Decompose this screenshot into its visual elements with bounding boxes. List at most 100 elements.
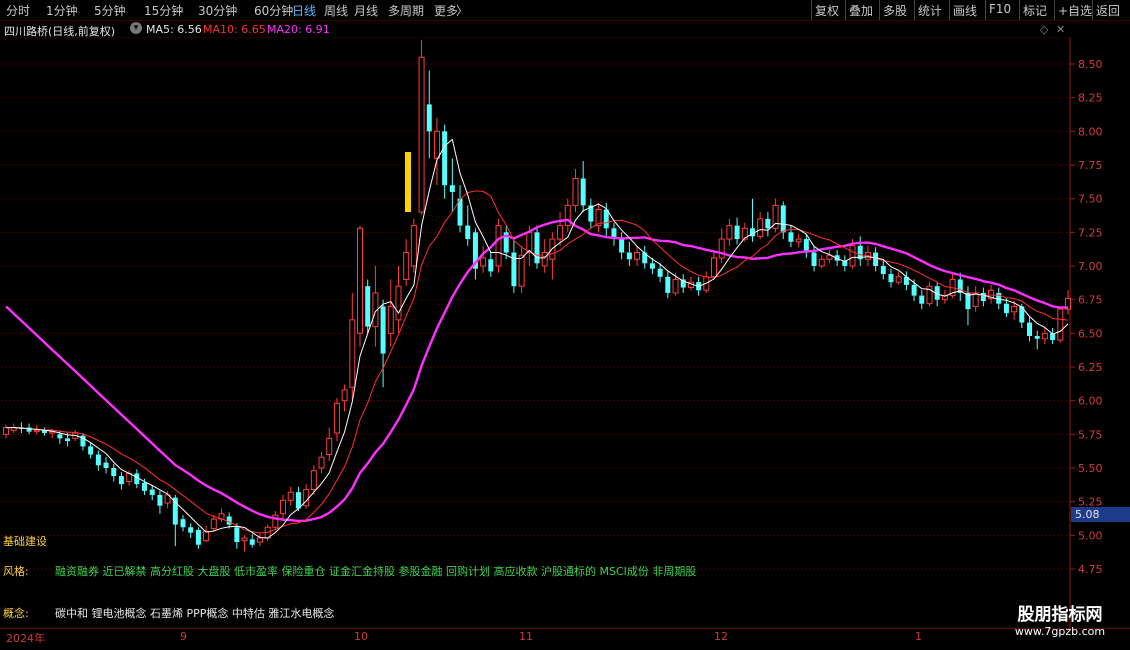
- candle-body-up: [410, 225, 417, 267]
- candle-body-down: [603, 209, 609, 229]
- kline-chart[interactable]: 8.50 8.25 8.00 7.75 7.50 7.25 7.00 6.75 6.50 6.25…: [0, 37, 1130, 629]
- candle-body-down: [142, 482, 148, 491]
- period-tab-8[interactable]: 月线: [354, 2, 378, 19]
- info-bar: 四川路桥(日线,前复权) ▾ MA5: 6.56 MA10: 6.65 MA20…: [0, 21, 1070, 38]
- toolbar-separator: [1054, 0, 1055, 20]
- candle-body-up: [795, 238, 802, 243]
- candle-body-down: [465, 225, 471, 240]
- toolbar-button-0[interactable]: 复权: [815, 2, 839, 19]
- ma5-line: [6, 138, 1069, 539]
- candle-body-down: [149, 489, 155, 495]
- candle-body-down: [57, 434, 63, 439]
- candle-body-up: [203, 530, 210, 542]
- candle-body-up: [495, 225, 502, 267]
- watermark-url: www.7gpzb.com: [1014, 625, 1106, 638]
- close-icon[interactable]: ✕: [1056, 23, 1065, 36]
- toolbar-button-4[interactable]: 画线: [953, 2, 977, 19]
- price-axis-label: 6.25: [1078, 361, 1103, 374]
- candle-body-up: [710, 257, 718, 278]
- candle-body-down: [626, 252, 632, 260]
- industry-label: 基础建设: [3, 535, 47, 548]
- ma5-value: MA5: 6.56: [146, 23, 202, 36]
- candle-body-up: [726, 225, 733, 240]
- period-tab-7[interactable]: 周线: [324, 2, 348, 19]
- candle-body-down: [580, 178, 586, 206]
- candle-body-up: [403, 252, 410, 280]
- candle-body-up: [287, 491, 294, 501]
- candle-body-up: [241, 537, 248, 542]
- candle-body-up: [310, 470, 317, 491]
- price-axis-label: 7.50: [1078, 193, 1103, 206]
- candle-body-up: [972, 292, 979, 307]
- price-axis-label: 4.75: [1078, 563, 1103, 576]
- candle-body-up: [557, 225, 564, 240]
- candle-body-down: [295, 492, 301, 509]
- candle-body-down: [65, 438, 71, 442]
- candle-body-down: [226, 516, 232, 525]
- candle-body-down: [911, 284, 917, 296]
- collapse-icon[interactable]: ▾: [130, 22, 142, 34]
- candle-body-up: [718, 238, 725, 259]
- candle-body-down: [111, 468, 117, 477]
- candle-body-up: [526, 231, 533, 254]
- candle-body-up: [341, 389, 348, 402]
- more-chevron-icon[interactable]: 〉: [456, 2, 468, 19]
- candle-body-up: [2, 427, 10, 435]
- candle-body-down: [380, 306, 386, 354]
- toolbar-separator: [845, 0, 846, 20]
- candle-body-up: [433, 130, 440, 159]
- toolbar-button-3[interactable]: 统计: [918, 2, 942, 19]
- candle-body-down: [665, 276, 671, 293]
- candle-body-up: [634, 252, 641, 260]
- candle-body-down: [103, 462, 109, 468]
- period-tab-9[interactable]: 多周期: [388, 2, 424, 19]
- candle-body-down: [118, 476, 124, 485]
- ma20-value: MA20: 6.91: [267, 23, 330, 36]
- candle-body-up: [333, 402, 340, 434]
- toolbar-button-5[interactable]: F10: [989, 2, 1011, 16]
- candle-body-down: [980, 292, 986, 302]
- period-tab-3[interactable]: 15分钟: [144, 2, 183, 19]
- candle-body-up: [1011, 305, 1018, 313]
- toolbar-separator: [914, 0, 915, 20]
- candle-body-down: [365, 286, 371, 327]
- candle-body-down: [657, 268, 663, 277]
- period-tab-10[interactable]: 更多: [434, 2, 458, 19]
- period-tab-1[interactable]: 1分钟: [46, 2, 78, 19]
- toolbar-button-2[interactable]: 多股: [883, 2, 907, 19]
- candle-body-up: [757, 218, 764, 237]
- time-axis-label: 1: [915, 630, 922, 643]
- toolbar-button-6[interactable]: 标记: [1023, 2, 1047, 19]
- period-tab-2[interactable]: 5分钟: [94, 2, 126, 19]
- toolbar-button-8[interactable]: 返回: [1096, 2, 1120, 19]
- candle-body-up: [480, 257, 487, 267]
- watermark: 股朋指标网 www.7gpzb.com: [1000, 600, 1120, 644]
- candle-body-down: [534, 232, 540, 264]
- toolbar-button-1[interactable]: 叠加: [849, 2, 873, 19]
- candle-body-up: [33, 429, 40, 433]
- candle-body-up: [418, 56, 425, 213]
- concept-label: 概念:: [3, 607, 29, 620]
- price-axis-label: 5.00: [1078, 529, 1103, 542]
- candle-body-down: [442, 131, 448, 186]
- candle-body-down: [788, 232, 794, 242]
- style-tags: 融资融券 近已解禁 高分红股 大盘股 低市盈率 保险重仓 证金汇金持股 参股金融…: [55, 565, 697, 578]
- candle-body-up: [1057, 308, 1064, 341]
- ma10-value: MA10: 6.65: [203, 23, 266, 36]
- period-tab-6[interactable]: 日线: [292, 2, 316, 19]
- style-label: 风格:: [3, 565, 29, 578]
- candle-body-down: [888, 274, 894, 283]
- diamond-icon[interactable]: ◇: [1040, 23, 1048, 36]
- price-axis-label: 6.75: [1078, 294, 1103, 307]
- period-tab-0[interactable]: 分时: [6, 2, 30, 19]
- period-tab-5[interactable]: 60分钟: [254, 2, 293, 19]
- period-tab-4[interactable]: 30分钟: [198, 2, 237, 19]
- candle-body-down: [1034, 336, 1040, 339]
- time-axis-label: 9: [180, 630, 187, 643]
- candle-body-up: [895, 276, 902, 283]
- highlight-marker: [405, 152, 411, 212]
- toolbar-separator: [985, 0, 986, 20]
- toolbar-button-7[interactable]: +自选: [1058, 2, 1092, 19]
- candle-body-up: [541, 252, 548, 267]
- candle-body-up: [1041, 332, 1048, 340]
